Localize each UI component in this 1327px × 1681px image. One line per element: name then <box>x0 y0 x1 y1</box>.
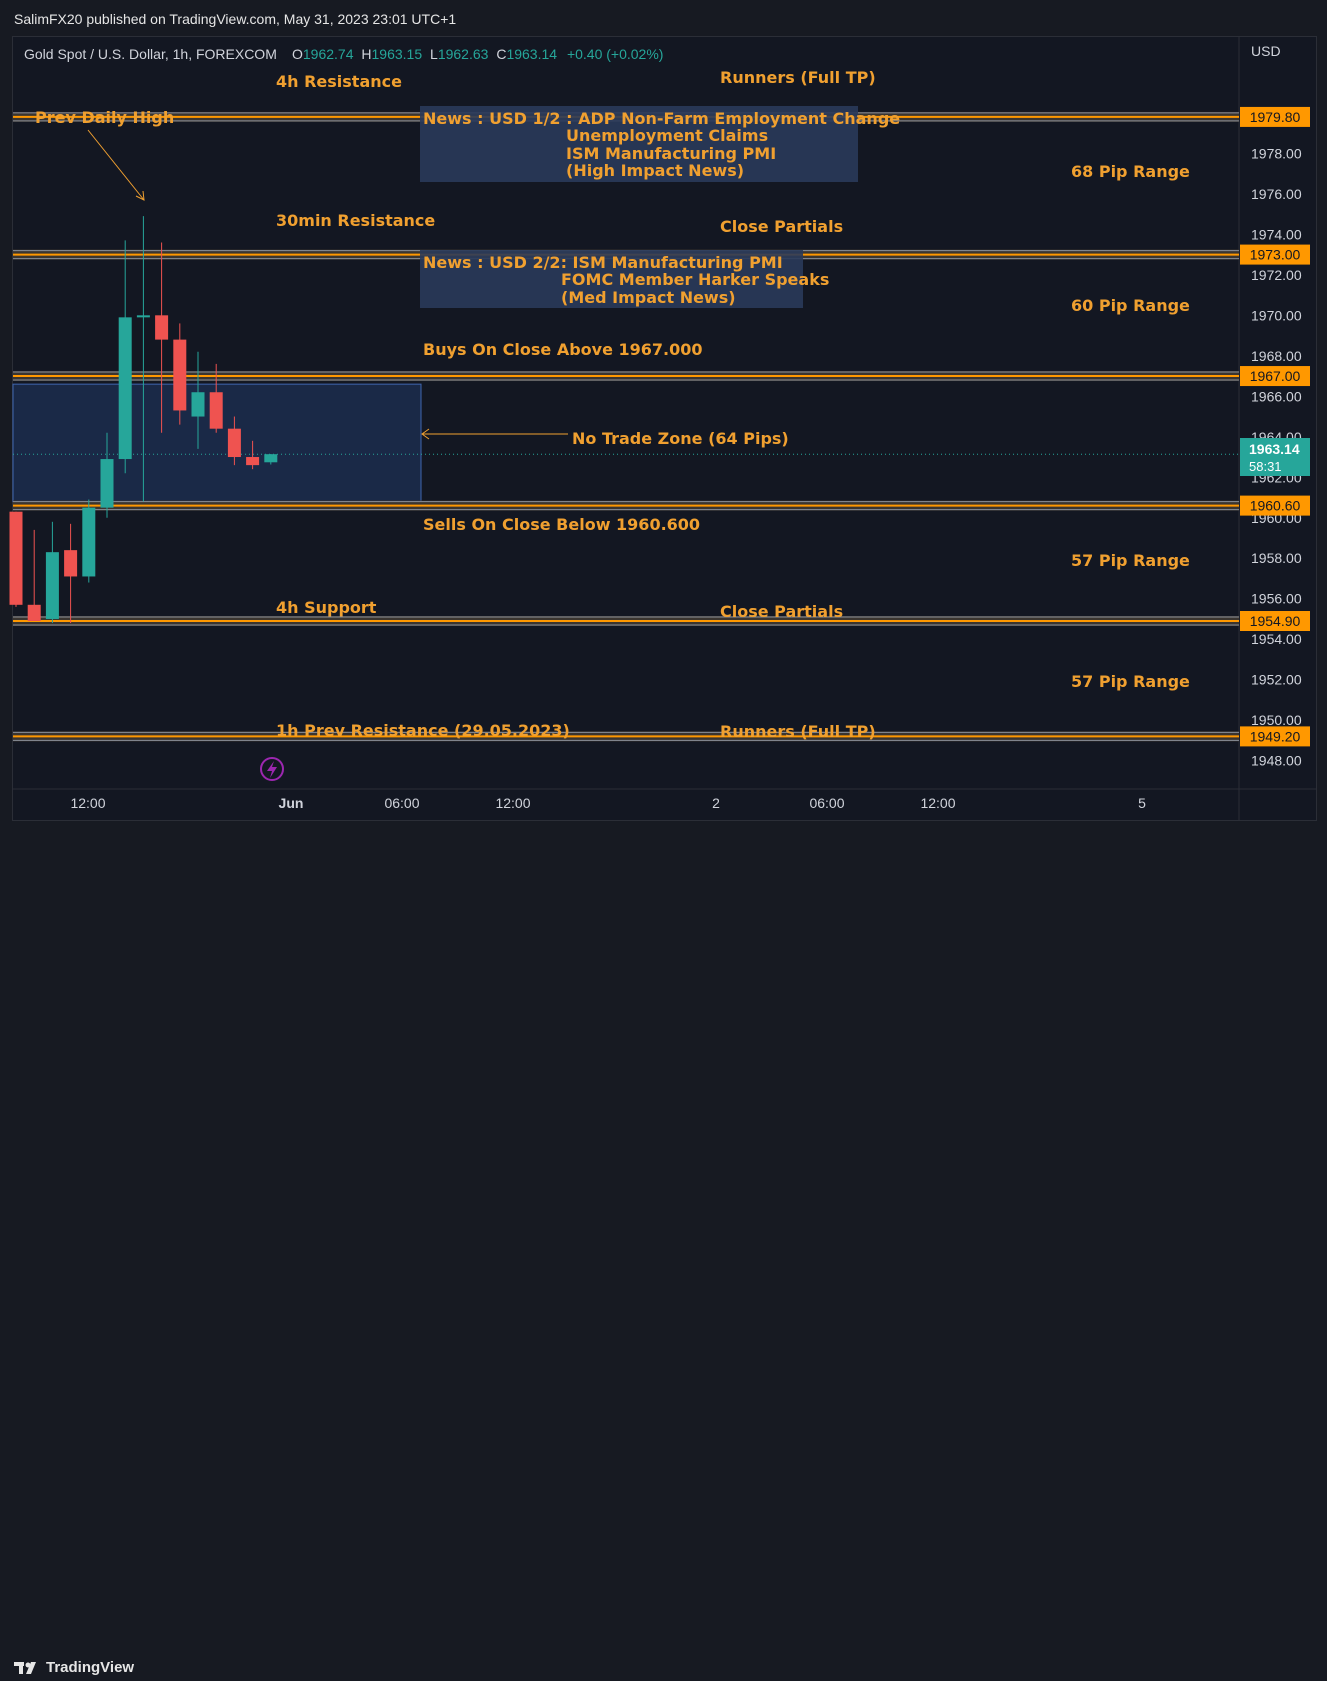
candle-body <box>27 604 41 621</box>
candle-body <box>64 550 78 577</box>
news-1-line-4: (High Impact News) <box>566 161 744 180</box>
x-tick-label: 5 <box>1138 795 1146 811</box>
time-axis[interactable]: 12:00 Jun 06:00 12:00 2 06:00 12:00 5 <box>70 795 1146 811</box>
y-tick-label: 1956.00 <box>1251 591 1302 607</box>
tradingview-logo-icon <box>14 1660 40 1676</box>
open-value: 1962.74 <box>303 46 354 62</box>
tradingview-logo[interactable]: TradingView <box>14 1659 134 1676</box>
label-4h-support: 4h Support <box>276 598 377 617</box>
lightning-icon[interactable] <box>260 757 284 781</box>
label-1h-prev-resistance: 1h Prev Resistance (29.05.2023) <box>276 721 570 740</box>
label-30min-resistance: 30min Resistance <box>276 211 435 230</box>
y-tick-label: 1972.00 <box>1251 267 1302 283</box>
ohlc-readout: O1962.74 H1963.15 L1962.63 C1963.14 +0.4… <box>292 46 663 62</box>
y-tick-label: 1954.00 <box>1251 631 1302 647</box>
y-tick-label: 1970.00 <box>1251 307 1302 323</box>
y-tick-label: 1974.00 <box>1251 226 1302 242</box>
label-runners-bottom: Runners (Full TP) <box>720 722 876 741</box>
news-2-line-3: (Med Impact News) <box>561 288 736 307</box>
y-tick-label: 1968.00 <box>1251 348 1302 364</box>
prev-daily-high-arrow <box>87 129 145 201</box>
candle-body <box>9 511 23 605</box>
high-label: H <box>361 46 371 62</box>
symbol-name: Gold Spot / U.S. Dollar, 1h, FOREXCOM <box>24 46 277 62</box>
candle-body <box>191 392 205 417</box>
candle-body <box>209 392 223 429</box>
candle-body <box>264 454 278 463</box>
y-tick-label: 1976.00 <box>1251 186 1302 202</box>
close-value: 1963.14 <box>506 46 557 62</box>
x-tick-label: 06:00 <box>809 795 844 811</box>
news-1-line-2: Unemployment Claims <box>566 126 768 145</box>
label-runners-top: Runners (Full TP) <box>720 68 876 87</box>
low-value: 1962.63 <box>438 46 489 62</box>
change-value: +0.40 (+0.02%) <box>567 46 664 62</box>
label-4h-resistance: 4h Resistance <box>276 72 402 91</box>
candle-body <box>45 552 59 619</box>
tradingview-brand: TradingView <box>46 1659 135 1676</box>
level-price-label: 1973.00 <box>1250 247 1301 263</box>
level-price-label: 1949.20 <box>1250 728 1301 744</box>
level-price-label: 1960.60 <box>1250 498 1301 514</box>
footer-bar: TradingView <box>0 826 1327 1676</box>
candle-body <box>136 315 150 318</box>
high-value: 1963.15 <box>372 46 423 62</box>
label-57-pip-range-a: 57 Pip Range <box>1071 551 1190 570</box>
label-no-trade-zone: No Trade Zone (64 Pips) <box>572 429 789 448</box>
x-tick-label: Jun <box>279 795 304 811</box>
level-price-label: 1979.80 <box>1250 109 1301 125</box>
y-tick-label: 1966.00 <box>1251 388 1302 404</box>
x-tick-label: 12:00 <box>920 795 955 811</box>
candle-body <box>100 459 114 508</box>
no-trade-zone-arrow <box>421 428 568 440</box>
y-tick-label: 1952.00 <box>1251 672 1302 688</box>
candle-body <box>82 507 96 577</box>
x-tick-label: 12:00 <box>70 795 105 811</box>
level-price-label: 1967.00 <box>1250 368 1301 384</box>
currency-label: USD <box>1251 43 1281 59</box>
candle-body <box>155 315 169 340</box>
news-2-line-2: FOMC Member Harker Speaks <box>561 270 829 289</box>
last-price-value: 1963.14 <box>1249 441 1300 457</box>
label-60-pip-range: 60 Pip Range <box>1071 296 1190 315</box>
price-chart[interactable]: Gold Spot / U.S. Dollar, 1h, FOREXCOM O1… <box>0 0 1327 865</box>
candle-body <box>173 339 187 411</box>
label-68-pip-range: 68 Pip Range <box>1071 162 1190 181</box>
y-tick-label: 1948.00 <box>1251 753 1302 769</box>
label-57-pip-range-b: 57 Pip Range <box>1071 672 1190 691</box>
y-tick-label: 1950.00 <box>1251 712 1302 728</box>
x-tick-label: 12:00 <box>495 795 530 811</box>
x-tick-label: 06:00 <box>384 795 419 811</box>
label-close-partials-bottom: Close Partials <box>720 602 843 621</box>
open-label: O <box>292 46 303 62</box>
y-tick-label: 1978.00 <box>1251 145 1302 161</box>
label-prev-daily-high: Prev Daily High <box>35 108 174 127</box>
label-close-partials-top: Close Partials <box>720 217 843 236</box>
x-tick-label: 2 <box>712 795 720 811</box>
candle-body <box>246 457 260 466</box>
low-label: L <box>430 46 438 62</box>
label-buys: Buys On Close Above 1967.000 <box>423 340 703 359</box>
bar-countdown: 58:31 <box>1249 459 1282 474</box>
label-sells: Sells On Close Below 1960.600 <box>423 515 700 534</box>
close-label: C <box>496 46 506 62</box>
level-price-label: 1954.90 <box>1250 613 1301 629</box>
candle-body <box>227 428 241 458</box>
candle-body <box>118 317 132 460</box>
y-tick-label: 1958.00 <box>1251 550 1302 566</box>
